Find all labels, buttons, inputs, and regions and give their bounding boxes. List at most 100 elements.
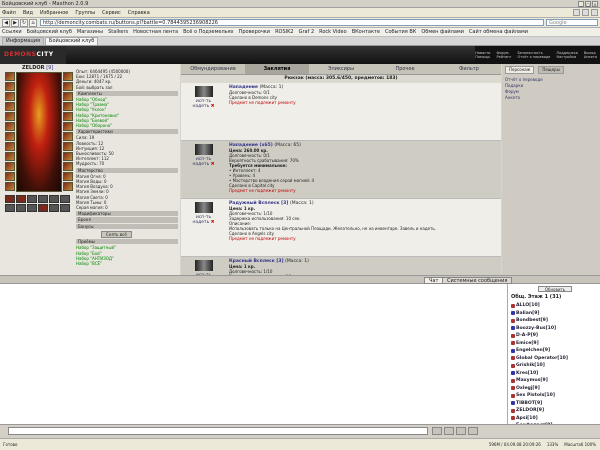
user-item[interactable]: ALLO[10] — [508, 302, 600, 310]
back-icon[interactable]: ◀ — [2, 18, 10, 27]
equip-slot[interactable] — [63, 102, 73, 111]
tab-chat[interactable]: Чат — [424, 277, 444, 284]
equip-slot[interactable] — [5, 132, 15, 141]
browser-tab[interactable]: Информация — [2, 37, 45, 45]
equip-slot[interactable] — [63, 162, 73, 171]
tab-caves[interactable]: Пещеры — [538, 66, 564, 74]
toolbar-icon[interactable] — [573, 9, 580, 16]
bookmark-item[interactable]: Обмен файлами — [421, 29, 464, 35]
equip-slot[interactable] — [63, 122, 73, 131]
slot[interactable] — [16, 195, 26, 203]
equip-slot[interactable] — [63, 82, 73, 91]
user-item[interactable]: D-A-P[9] — [508, 332, 600, 340]
section-header[interactable]: Комплекты — [76, 90, 178, 97]
bookmark-item[interactable]: Rock Video — [319, 29, 347, 35]
equip-slot[interactable] — [5, 182, 15, 191]
user-item[interactable]: Emice[9] — [508, 340, 600, 348]
equip-slot[interactable] — [63, 92, 73, 101]
equip-slot[interactable] — [63, 112, 73, 121]
slot[interactable] — [38, 204, 48, 212]
user-item[interactable]: ZELDOR[9] — [508, 407, 600, 415]
equip-link[interactable]: надеть — [192, 162, 209, 167]
section-header[interactable]: Приёмы — [76, 239, 178, 245]
browser-tab-active[interactable]: Бойцовский клуб — [45, 37, 99, 45]
section-header[interactable]: Модификаторы — [76, 211, 178, 217]
delete-icon[interactable]: ✖ — [211, 162, 215, 167]
user-item[interactable]: Boozzy-Bus[10] — [508, 325, 600, 333]
menu-view[interactable]: Вид — [23, 10, 33, 16]
menu-file[interactable]: Файл — [2, 10, 16, 16]
user-item[interactable]: Oxlegj[9] — [508, 385, 600, 393]
slot[interactable] — [5, 195, 15, 203]
equip-slot[interactable] — [5, 112, 15, 121]
slot[interactable] — [49, 204, 59, 212]
equip-slot[interactable] — [63, 132, 73, 141]
chat-send-button[interactable] — [432, 427, 442, 435]
user-item[interactable]: Grishik[10] — [508, 362, 600, 370]
tab-system-messages[interactable]: Системные сообщения — [442, 277, 513, 284]
slot[interactable] — [27, 195, 37, 203]
chat-log[interactable] — [0, 284, 508, 424]
equip-slot[interactable] — [5, 162, 15, 171]
nav-link[interactable]: Рейтинг — [496, 55, 511, 59]
menu-groups[interactable]: Группы — [75, 10, 95, 16]
equip-slot[interactable] — [63, 182, 73, 191]
menu-help[interactable]: Справка — [128, 10, 150, 16]
tab-equipment[interactable]: Обмундирование — [181, 64, 245, 74]
nav-link[interactable]: Анкета — [584, 55, 597, 59]
toolbar-icon[interactable] — [591, 9, 598, 16]
bookmark-item[interactable]: Сайт обмена файлами — [469, 29, 528, 35]
bookmark-item[interactable]: Всё о Подземельях — [183, 29, 233, 35]
equip-slot[interactable] — [63, 172, 73, 181]
slot[interactable] — [60, 195, 70, 203]
bookmark-item[interactable]: Магазины — [77, 29, 103, 35]
tab-elixirs[interactable]: Эликсиры — [309, 64, 373, 74]
toolbar-icon[interactable] — [582, 9, 589, 16]
equip-slot[interactable] — [5, 152, 15, 161]
tab-other[interactable]: Прочее — [373, 64, 437, 74]
equip-slot[interactable] — [5, 72, 15, 81]
section-header[interactable]: Мастерство — [76, 167, 178, 173]
user-item[interactable]: Global Operator[10] — [508, 355, 600, 363]
section-header[interactable]: Характеристики — [76, 129, 178, 135]
nav-link[interactable]: Настройки — [556, 55, 577, 59]
tab-character[interactable]: Персонаж — [505, 66, 535, 74]
slot[interactable] — [5, 204, 15, 212]
user-item[interactable]: Sex Pistols[10] — [508, 392, 600, 400]
equip-slot[interactable] — [63, 152, 73, 161]
refresh-icon[interactable]: ↻ — [20, 18, 28, 27]
search-input[interactable]: Google — [546, 19, 598, 26]
equip-slot[interactable] — [5, 172, 15, 181]
user-item[interactable]: TIBBOT[9] — [508, 400, 600, 408]
nav-link[interactable]: Отчёт о переводе — [517, 55, 550, 59]
equip-slot[interactable] — [5, 122, 15, 131]
minimize-button[interactable]: _ — [578, 0, 584, 7]
equip-slot[interactable] — [5, 142, 15, 151]
menu-tools[interactable]: Сервис — [102, 10, 121, 16]
right-link[interactable]: Анкета — [505, 95, 597, 101]
tab-spells[interactable]: Заклятия — [245, 64, 309, 74]
forward-icon[interactable]: ▶ — [11, 18, 19, 27]
delete-icon[interactable]: ✖ — [211, 104, 215, 109]
bookmark-item[interactable]: ВКонтакте — [352, 29, 380, 35]
bookmark-item[interactable]: Бойцовский клуб — [27, 29, 72, 35]
url-input[interactable]: http://demoncity.combats.ru/buttons.pl?b… — [40, 19, 544, 26]
character-name[interactable]: ZELDOR [9] — [22, 65, 53, 71]
equip-slot[interactable] — [5, 102, 15, 111]
bookmark-item[interactable]: Stalkers — [108, 29, 128, 35]
stat-line[interactable]: Бой: выбрать зал — [76, 85, 178, 90]
chat-filter-button[interactable] — [468, 427, 478, 435]
equip-link[interactable]: надеть — [192, 220, 209, 225]
menu-favorites[interactable]: Избранное — [40, 10, 68, 16]
chat-input[interactable] — [8, 427, 428, 435]
bookmark-item[interactable]: Ссылки — [2, 29, 22, 35]
equip-link[interactable]: надеть — [192, 104, 209, 109]
slot[interactable] — [27, 204, 37, 212]
bookmark-item[interactable]: Новостная лента — [133, 29, 178, 35]
home-icon[interactable]: ⌂ — [29, 18, 37, 27]
user-item[interactable]: Maxymus[9] — [508, 377, 600, 385]
bookmark-item[interactable]: Проверочки — [239, 29, 270, 35]
user-item[interactable]: Kres[10] — [508, 370, 600, 378]
bookmark-item[interactable]: ROSIK2 — [275, 29, 294, 35]
chat-clear-button[interactable] — [444, 427, 454, 435]
